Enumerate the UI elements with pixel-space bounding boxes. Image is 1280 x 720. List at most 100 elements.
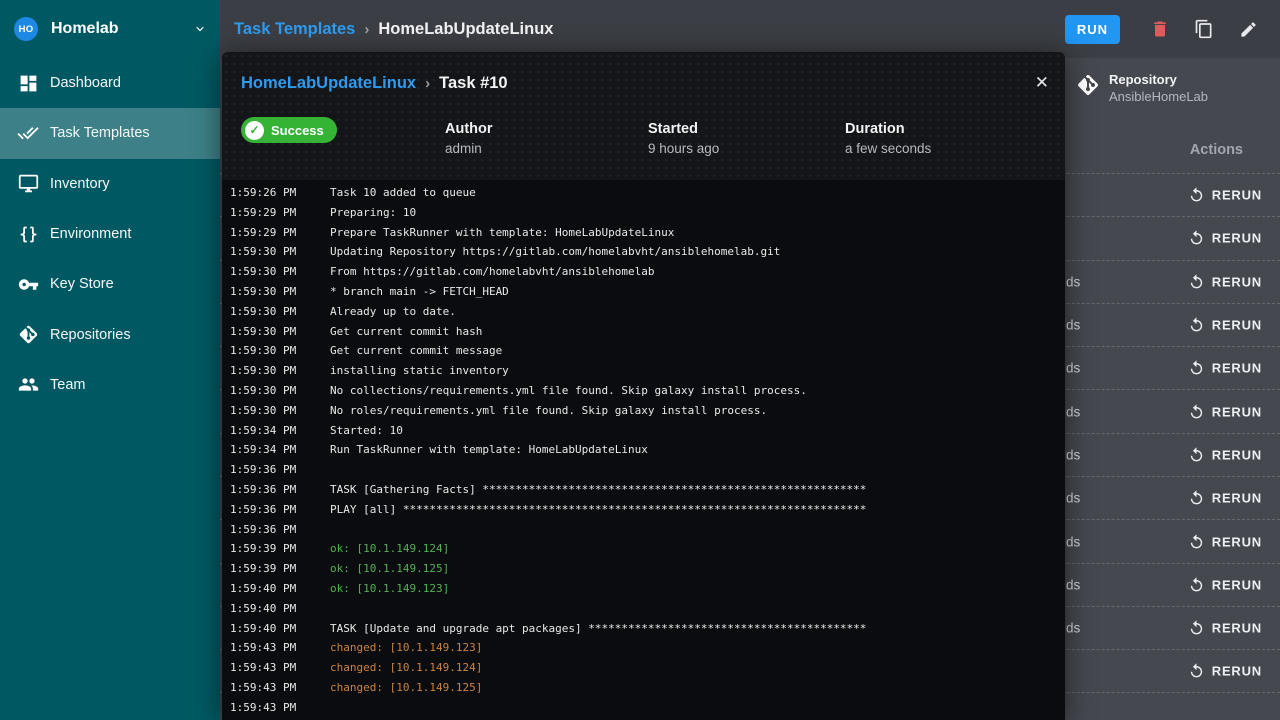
log-timestamp: 1:59:30 PM [230,262,330,282]
duration-cell-fragment: ds [1066,318,1080,333]
meta-started: Started 9 hours ago [648,120,719,158]
rerun-button[interactable]: RERUN [1182,398,1268,425]
rerun-button[interactable]: RERUN [1182,182,1268,209]
log-timestamp: 1:59:30 PM [230,341,330,361]
edit-button[interactable] [1230,11,1266,47]
log-timestamp: 1:59:29 PM [230,223,330,243]
replay-icon [1188,620,1205,637]
copy-button[interactable] [1186,11,1222,47]
duration-cell-fragment: ds [1066,447,1080,462]
pencil-icon [1239,20,1258,39]
replay-icon [1188,317,1205,334]
duration-cell-fragment: ds [1066,491,1080,506]
rerun-button[interactable]: RERUN [1182,657,1268,684]
log-text: changed: [10.1.149.123] [330,638,482,658]
log-timestamp: 1:59:34 PM [230,421,330,441]
sidebar-item-label: Team [50,377,85,393]
rerun-button[interactable]: RERUN [1182,485,1268,512]
project-switcher[interactable]: HO Homelab [0,0,220,58]
log-text: Task 10 added to queue [330,183,476,203]
replay-icon [1188,533,1205,550]
rerun-label: RERUN [1212,231,1262,246]
repository-value: AnsibleHomeLab [1109,88,1208,105]
repository-info: Repository AnsibleHomeLab [1076,71,1208,105]
template-link[interactable]: HomeLabUpdateLinux [241,74,416,93]
dashboard-icon [16,71,40,95]
close-icon[interactable]: ✕ [1035,74,1049,91]
log-text: No collections/requirements.yml file fou… [330,381,807,401]
replay-icon [1188,360,1205,377]
check-circle-icon: ✓ [245,121,264,140]
console-log[interactable]: 1:59:26 PM Task 10 added to queue 1:59:2… [222,180,1065,720]
log-text: Get current commit message [330,341,502,361]
meta-author: Author admin [445,120,493,158]
delete-button[interactable] [1142,11,1178,47]
duration-cell-fragment: ds [1066,534,1080,549]
log-timestamp: 1:59:36 PM [230,520,330,540]
run-button[interactable]: RUN [1065,15,1120,44]
log-timestamp: 1:59:36 PM [230,460,330,480]
dialog-title: HomeLabUpdateLinux › Task #10 [241,52,1046,93]
rerun-button[interactable]: RERUN [1182,528,1268,555]
log-text: Get current commit hash [330,322,482,342]
copy-icon [1194,19,1214,39]
log-timestamp: 1:59:30 PM [230,381,330,401]
rerun-button[interactable]: RERUN [1182,268,1268,295]
log-text: PLAY [all] *****************************… [330,500,866,520]
breadcrumb-parent-link[interactable]: Task Templates [234,20,355,39]
log-line: 1:59:43 PM changed: [10.1.149.125] [230,678,1065,698]
log-text: Already up to date. [330,302,456,322]
topbar: Task Templates › HomeLabUpdateLinux RUN [220,0,1280,58]
replay-icon [1188,403,1205,420]
rerun-label: RERUN [1212,621,1262,636]
check-all-icon [16,121,40,145]
rerun-button[interactable]: RERUN [1182,571,1268,598]
sidebar-item-label: Task Templates [50,125,150,141]
rerun-button[interactable]: RERUN [1182,225,1268,252]
sidebar: HO Homelab Dashboard Task Templates Inve… [0,0,220,720]
log-text: * branch main -> FETCH_HEAD [330,282,509,302]
log-timestamp: 1:59:30 PM [230,282,330,302]
log-timestamp: 1:59:29 PM [230,203,330,223]
status-badge: ✓ Success [241,117,337,143]
log-text: Run TaskRunner with template: HomeLabUpd… [330,440,648,460]
rerun-button[interactable]: RERUN [1182,312,1268,339]
sidebar-item-environment[interactable]: Environment [0,209,220,259]
log-text: No roles/requirements.yml file found. Sk… [330,401,767,421]
rerun-label: RERUN [1212,491,1262,506]
sidebar-item-dashboard[interactable]: Dashboard [0,58,220,108]
log-line: 1:59:30 PM installing static inventory [230,361,1065,381]
rerun-button[interactable]: RERUN [1182,615,1268,642]
log-line: 1:59:39 PM ok: [10.1.149.124] [230,539,1065,559]
sidebar-item-repositories[interactable]: Repositories [0,309,220,359]
log-text: installing static inventory [330,361,509,381]
sidebar-item-key-store[interactable]: Key Store [0,259,220,309]
log-line: 1:59:30 PM Get current commit hash [230,322,1065,342]
log-timestamp: 1:59:34 PM [230,440,330,460]
rerun-button[interactable]: RERUN [1182,355,1268,382]
log-line: 1:59:36 PM [230,520,1065,540]
replay-icon [1188,490,1205,507]
rerun-label: RERUN [1212,404,1262,419]
duration-cell-fragment: ds [1066,404,1080,419]
log-text: ok: [10.1.149.125] [330,559,449,579]
log-line: 1:59:36 PM TASK [Gathering Facts] ******… [230,480,1065,500]
rerun-label: RERUN [1212,318,1262,333]
log-line: 1:59:40 PM ok: [10.1.149.123] [230,579,1065,599]
log-line: 1:59:34 PM Started: 10 [230,421,1065,441]
log-timestamp: 1:59:36 PM [230,480,330,500]
log-timestamp: 1:59:26 PM [230,183,330,203]
log-timestamp: 1:59:43 PM [230,658,330,678]
rerun-label: RERUN [1212,274,1262,289]
rerun-button[interactable]: RERUN [1182,441,1268,468]
rerun-label: RERUN [1212,361,1262,376]
log-text: Started: 10 [330,421,403,441]
log-line: 1:59:36 PM PLAY [all] ******************… [230,500,1065,520]
sidebar-item-inventory[interactable]: Inventory [0,159,220,209]
project-avatar: HO [14,17,38,41]
sidebar-item-task-templates[interactable]: Task Templates [0,108,220,158]
log-timestamp: 1:59:30 PM [230,302,330,322]
sidebar-item-team[interactable]: Team [0,360,220,410]
monitor-icon [16,172,40,196]
replay-icon [1188,662,1205,679]
